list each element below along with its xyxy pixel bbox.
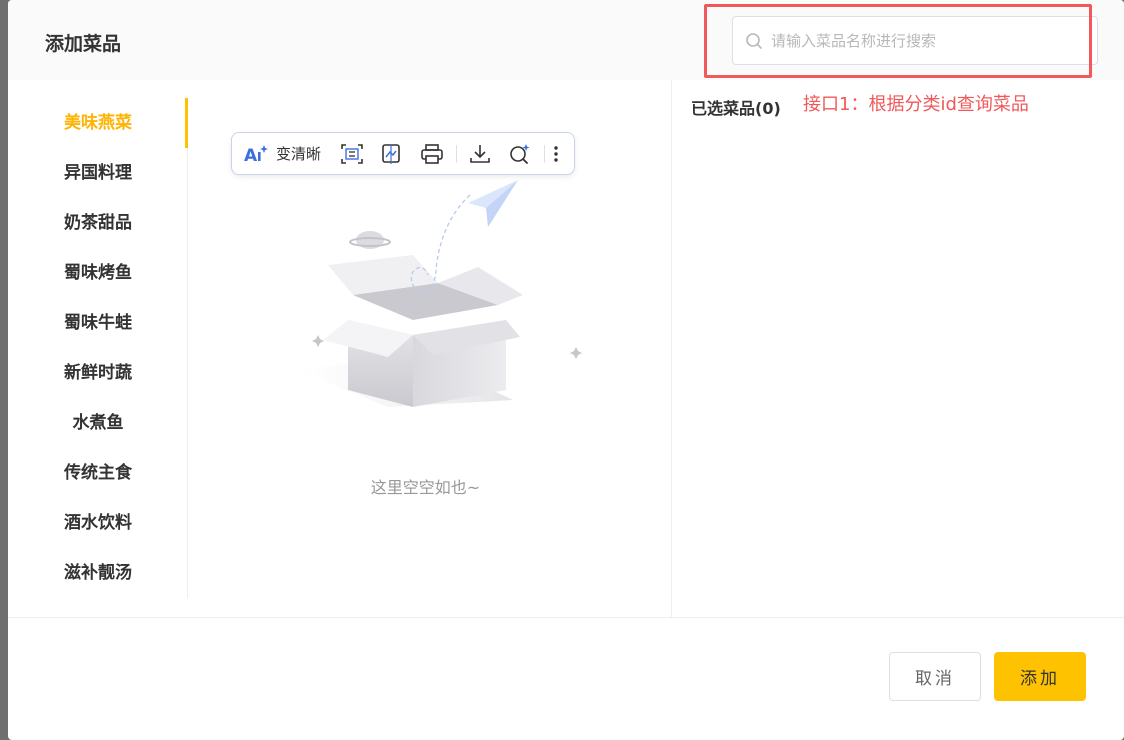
category-item-1[interactable]: 美味燕菜 xyxy=(8,98,188,148)
annotation-text: 接口1：根据分类id查询菜品 xyxy=(803,94,1029,115)
image-edit-button[interactable] xyxy=(380,133,404,174)
category-item-4[interactable]: 蜀味烤鱼 xyxy=(8,248,188,298)
ocr-icon xyxy=(341,143,363,164)
footer-divider xyxy=(8,617,1124,618)
ocr-button[interactable] xyxy=(340,133,364,174)
category-item-3[interactable]: 奶茶甜品 xyxy=(8,198,188,248)
category-label: 蜀味烤鱼 xyxy=(64,263,132,283)
download-button[interactable] xyxy=(468,133,492,174)
dialog-title: 添加菜品 xyxy=(45,33,122,55)
category-item-6[interactable]: 新鲜时蔬 xyxy=(8,348,188,398)
search-icon xyxy=(746,33,762,49)
empty-box-illustration xyxy=(298,180,582,407)
toolbar-separator xyxy=(456,145,457,163)
dialog-header: 添加菜品 xyxy=(8,0,1124,80)
category-label: 酒水饮料 xyxy=(64,513,132,533)
add-button[interactable]: 添加 xyxy=(994,652,1086,701)
category-label: 滋补靓汤 xyxy=(64,563,132,583)
category-item-10[interactable]: 滋补靓汤 xyxy=(8,548,188,598)
more-icon xyxy=(554,145,558,162)
empty-state-text: 这里空空如也~ xyxy=(370,478,481,497)
category-label: 异国料理 xyxy=(64,163,132,183)
category-sidebar: 美味燕菜 异国料理 奶茶甜品 蜀味烤鱼 蜀味牛蛙 新鲜时蔬 水煮鱼 传统主食 酒… xyxy=(8,98,188,598)
cancel-button[interactable]: 取消 xyxy=(889,652,981,701)
image-edit-icon xyxy=(382,143,400,164)
category-label: 美味燕菜 xyxy=(64,113,132,133)
image-toolbar: A 变清晰 xyxy=(231,132,575,175)
category-item-5[interactable]: 蜀味牛蛙 xyxy=(8,298,188,348)
category-item-8[interactable]: 传统主食 xyxy=(8,448,188,498)
ai-search-icon xyxy=(510,143,530,164)
print-icon xyxy=(421,143,443,164)
more-button[interactable] xyxy=(550,133,562,174)
category-item-2[interactable]: 异国料理 xyxy=(8,148,188,198)
ai-sparkle-icon: A xyxy=(244,144,268,164)
category-label: 新鲜时蔬 xyxy=(64,363,132,383)
panel-divider xyxy=(671,80,672,617)
category-label: 奶茶甜品 xyxy=(64,213,132,233)
category-label: 传统主食 xyxy=(64,463,132,483)
search-input[interactable] xyxy=(771,27,1091,55)
enhance-button[interactable]: A 变清晰 xyxy=(244,133,321,174)
print-button[interactable] xyxy=(420,133,444,174)
category-label: 水煮鱼 xyxy=(72,413,124,433)
add-dish-dialog: 添加菜品 美味燕菜 异国料理 奶茶甜品 蜀味烤鱼 蜀味牛蛙 新鲜时蔬 水煮鱼 传… xyxy=(8,0,1124,740)
active-indicator xyxy=(185,98,188,148)
enhance-label: 变清晰 xyxy=(276,145,322,163)
search-box[interactable] xyxy=(732,16,1098,65)
category-item-7[interactable]: 水煮鱼 xyxy=(8,398,188,448)
category-label: 蜀味牛蛙 xyxy=(64,313,132,333)
toolbar-separator xyxy=(544,145,545,163)
download-icon xyxy=(470,144,490,163)
ai-search-button[interactable] xyxy=(508,133,532,174)
svg-text:A: A xyxy=(244,146,258,164)
selected-dishes-title: 已选菜品(0) xyxy=(691,99,781,118)
category-item-9[interactable]: 酒水饮料 xyxy=(8,498,188,548)
